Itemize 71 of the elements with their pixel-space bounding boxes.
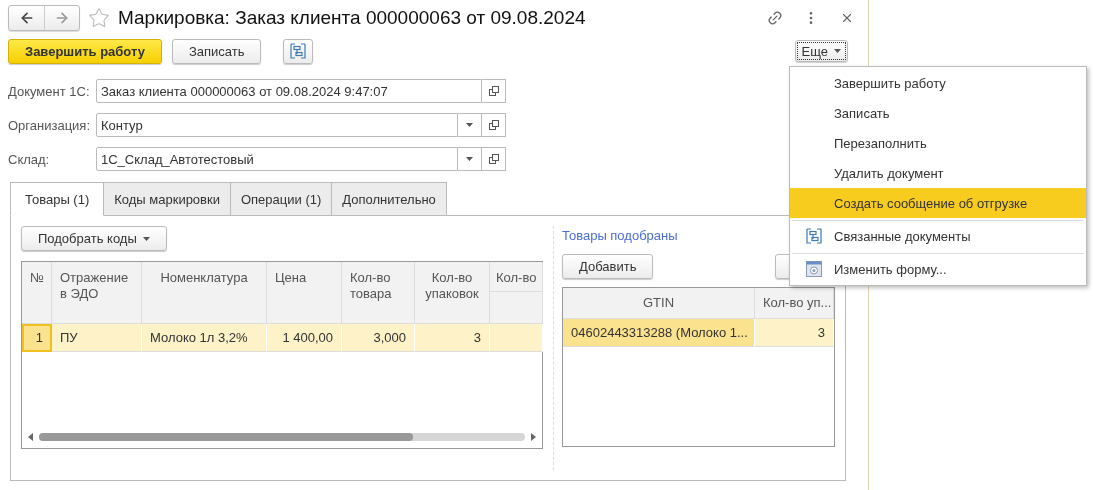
table-cell: Молоко 1л 3,2% <box>142 324 267 352</box>
caret-icon <box>466 123 473 127</box>
caret-icon <box>466 157 473 161</box>
tab[interactable]: Коды маркировки <box>103 182 231 216</box>
structure-icon <box>290 43 307 59</box>
field-label: Документ 1С: <box>8 83 91 99</box>
input-field[interactable]: Контур <box>96 113 458 137</box>
menu-item[interactable]: Связанные документы <box>792 220 1084 251</box>
open-button[interactable] <box>482 113 506 137</box>
column-header: Кол-во уп... <box>755 288 834 319</box>
menu-item[interactable]: Удалить документ <box>790 158 1086 188</box>
input-field[interactable]: Заказ клиента 000000063 от 09.08.2024 9:47:07 <box>96 79 482 103</box>
column-header: Кол-во <box>490 262 543 292</box>
table-cell: 3 <box>755 319 834 347</box>
open-icon <box>488 86 499 96</box>
field-label: Склад: <box>8 151 51 167</box>
menu-item-label: Связанные документы <box>834 228 971 244</box>
save-button[interactable]: Записать <box>171 38 262 64</box>
window-title: Маркировка: Заказ клиента 000000063 от 09.08.2024 <box>118 7 587 29</box>
column-header: Отражение в ЭДО <box>52 262 142 324</box>
finish-button[interactable]: Завершить работу <box>8 38 162 64</box>
scrollbar-track[interactable] <box>39 433 525 441</box>
open-button[interactable] <box>482 79 506 103</box>
menu-item[interactable]: Завершить работу <box>790 68 1086 98</box>
input-field[interactable]: 1С_Склад_Автотестовый <box>96 147 458 171</box>
dropdown-button[interactable] <box>458 113 482 137</box>
menu-item[interactable]: Изменить форму... <box>792 253 1084 284</box>
tab[interactable]: Товары (1) <box>10 182 105 216</box>
menu-item[interactable]: Записать <box>790 98 1086 128</box>
close-icon <box>840 11 854 25</box>
scrollbar-thumb[interactable] <box>39 433 414 441</box>
pick-codes-button[interactable]: Подобрать коды <box>21 226 167 251</box>
column-header: Кол-во упаковок <box>415 262 490 324</box>
arrow-right-icon <box>54 10 70 26</box>
column-header: Номенклатура <box>142 262 267 324</box>
menu-item-label: Записать <box>834 105 890 121</box>
caret-icon <box>834 49 841 53</box>
add-button[interactable]: Добавить <box>562 254 654 279</box>
menu-item[interactable]: Перезаполнить <box>790 128 1086 158</box>
table-cell: 3,000 <box>342 324 415 352</box>
column-header: Кол-во товара <box>342 262 415 324</box>
dropdown-button[interactable] <box>458 147 482 171</box>
column-header: GTIN <box>563 288 755 319</box>
star-icon[interactable] <box>88 7 110 29</box>
caret-icon <box>142 236 150 241</box>
open-icon <box>488 120 499 130</box>
menu-item-label: Изменить форму... <box>834 261 947 277</box>
field-label: Организация: <box>8 117 92 133</box>
column-header: № <box>22 262 52 324</box>
open-icon <box>488 154 499 164</box>
scroll-left-icon[interactable] <box>28 433 33 441</box>
structure-icon <box>806 228 822 244</box>
tab[interactable]: Дополнительно <box>331 182 447 216</box>
table-cell: ПУ <box>52 324 142 352</box>
menu-item-label: Удалить документ <box>834 165 944 181</box>
table-cell: 1 <box>22 324 52 352</box>
menu-item[interactable]: Создать сообщение об отгрузке <box>790 188 1086 218</box>
menu-item-label: Перезаполнить <box>834 135 927 151</box>
open-button[interactable] <box>482 147 506 171</box>
more-button[interactable]: Еще <box>794 40 848 62</box>
column-subheader <box>490 292 543 323</box>
structure-button[interactable] <box>283 38 314 64</box>
form-settings-icon <box>806 261 822 277</box>
table-cell: 3 <box>415 324 490 352</box>
column-header: Цена <box>267 262 342 324</box>
table-cell: 04602443313288 (Молоко 1... <box>563 319 755 347</box>
scroll-right-icon[interactable] <box>531 433 536 441</box>
menu-item-label: Создать сообщение об отгрузке <box>834 195 1028 211</box>
table-cell: 1 400,00 <box>267 324 342 352</box>
tab[interactable]: Операции (1) <box>229 182 333 216</box>
menu-item-label: Завершить работу <box>834 75 946 91</box>
